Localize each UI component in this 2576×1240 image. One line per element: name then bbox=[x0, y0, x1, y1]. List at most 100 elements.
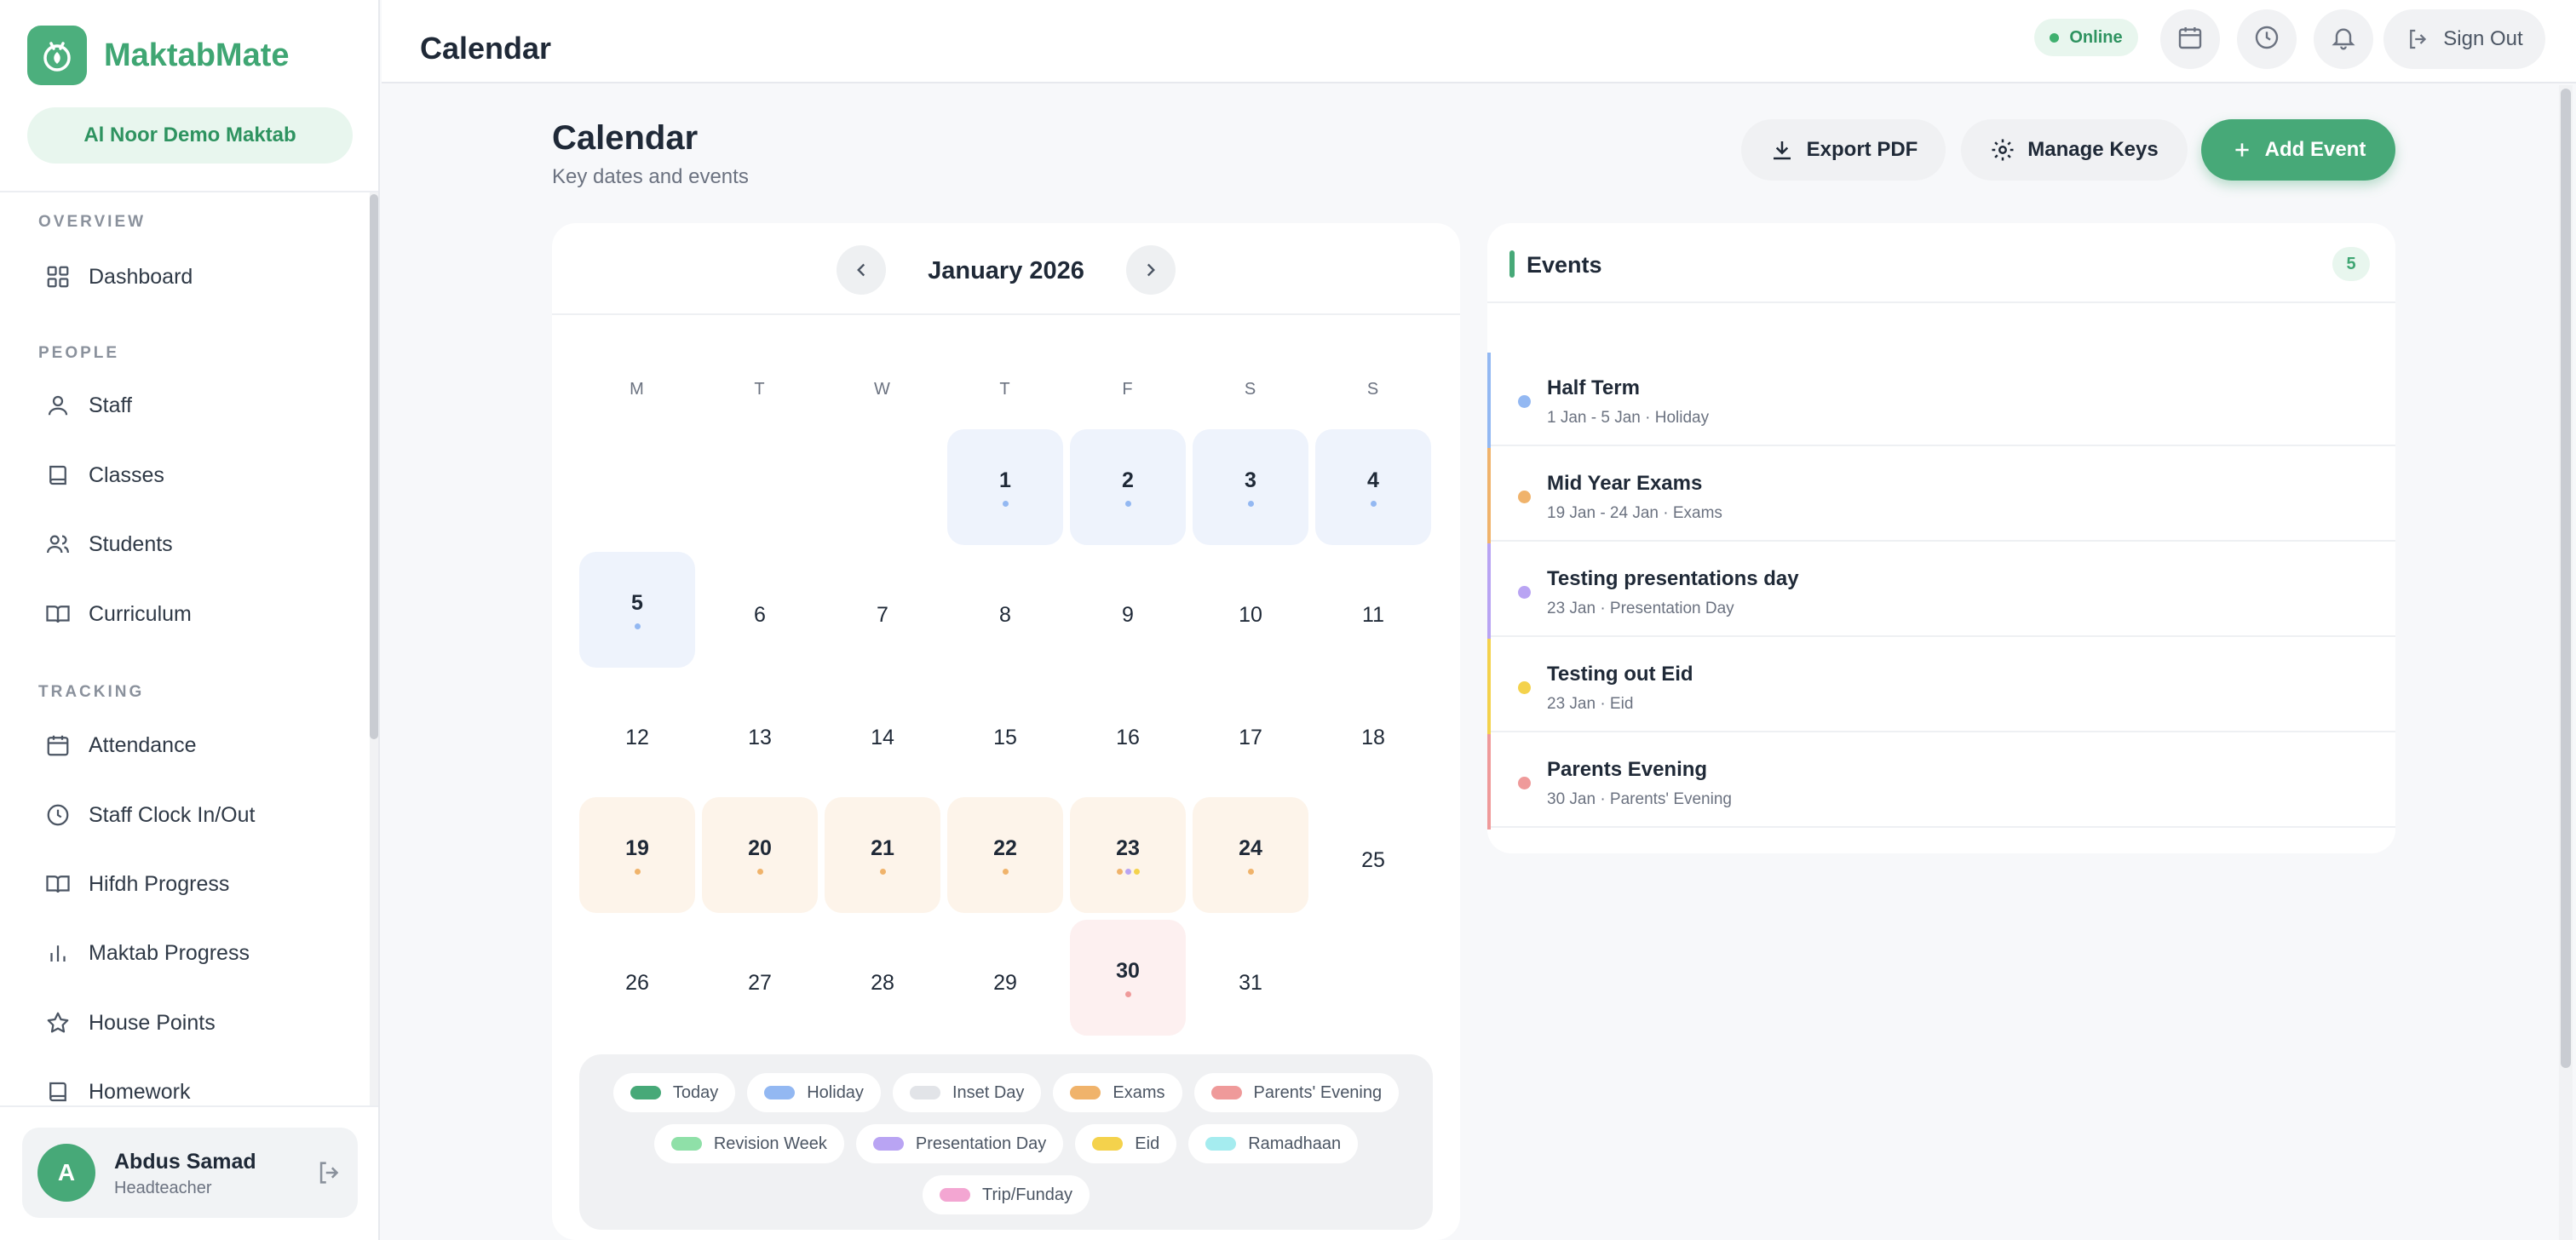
legend-label: Eid bbox=[1135, 1134, 1160, 1153]
add-event-label: Add Event bbox=[2264, 138, 2366, 161]
event-name: Testing presentations day bbox=[1547, 567, 1799, 590]
chevron-left-icon bbox=[857, 263, 865, 277]
next-month-button[interactable] bbox=[1126, 245, 1176, 295]
sidebar-item-students[interactable]: Students bbox=[26, 517, 349, 571]
day-cell[interactable]: 5 bbox=[579, 552, 695, 668]
previous-month-button[interactable] bbox=[837, 245, 886, 295]
event-dots bbox=[1070, 991, 1186, 997]
event-meta: 1 Jan - 5 Jan · Holiday bbox=[1547, 409, 1710, 427]
logo-icon bbox=[27, 26, 87, 85]
day-cell[interactable]: 18 bbox=[1315, 675, 1431, 790]
sign-out-button[interactable]: Sign Out bbox=[2383, 9, 2545, 69]
day-cell[interactable]: 16 bbox=[1070, 675, 1186, 790]
legend-item-holiday: Holiday bbox=[747, 1073, 881, 1112]
day-cell[interactable]: 3 bbox=[1193, 429, 1308, 545]
sidebar-item-attendance[interactable]: Attendance bbox=[26, 718, 349, 772]
day-cell[interactable]: 7 bbox=[825, 552, 940, 668]
calendar-button[interactable] bbox=[2160, 9, 2220, 69]
day-cell[interactable]: 15 bbox=[947, 675, 1063, 790]
day-number: 12 bbox=[625, 726, 649, 749]
day-cell[interactable]: 12 bbox=[579, 675, 695, 790]
day-cell[interactable]: 29 bbox=[947, 920, 1063, 1036]
sidebar-item-curriculum[interactable]: Curriculum bbox=[26, 587, 349, 641]
clock-button[interactable] bbox=[2237, 9, 2297, 69]
day-cell[interactable]: 4 bbox=[1315, 429, 1431, 545]
day-cell[interactable]: 6 bbox=[702, 552, 818, 668]
day-cell[interactable]: 9 bbox=[1070, 552, 1186, 668]
day-cell[interactable]: 31 bbox=[1193, 920, 1308, 1036]
day-cell[interactable]: 26 bbox=[579, 920, 695, 1036]
event-row[interactable]: Testing presentations day 23 Jan · Presen… bbox=[1487, 543, 2395, 639]
sidebar-item-maktab-progress[interactable]: Maktab Progress bbox=[26, 926, 349, 980]
day-cell[interactable]: 19 bbox=[579, 797, 695, 913]
day-number: 20 bbox=[748, 836, 772, 860]
weekday-label: F bbox=[1122, 380, 1134, 399]
day-cell[interactable]: 30 bbox=[1070, 920, 1186, 1036]
export-pdf-button[interactable]: Export PDF bbox=[1741, 119, 1946, 181]
page-scrollbar-thumb[interactable] bbox=[2561, 89, 2571, 1068]
event-dot-icon bbox=[1247, 869, 1254, 875]
sidebar-item-label: Dashboard bbox=[89, 264, 193, 289]
legend-label: Today bbox=[672, 1082, 719, 1102]
open-book-icon bbox=[43, 599, 73, 629]
legend-label: Parents' Evening bbox=[1253, 1082, 1383, 1102]
export-pdf-label: Export PDF bbox=[1806, 138, 1918, 161]
legend-label: Revision Week bbox=[713, 1134, 827, 1153]
notifications-button[interactable] bbox=[2314, 9, 2373, 69]
day-cell[interactable]: 13 bbox=[702, 675, 818, 790]
event-dot-icon bbox=[634, 869, 641, 875]
user-card[interactable]: A Abdus Samad Headteacher bbox=[22, 1128, 358, 1218]
sidebar-item-dashboard[interactable]: Dashboard bbox=[26, 250, 349, 304]
day-cell[interactable]: 11 bbox=[1315, 552, 1431, 668]
star-icon bbox=[43, 1008, 73, 1038]
day-cell[interactable]: 24 bbox=[1193, 797, 1308, 913]
day-cell[interactable]: 27 bbox=[702, 920, 818, 1036]
day-cell[interactable]: 28 bbox=[825, 920, 940, 1036]
brand[interactable]: MaktabMate bbox=[27, 26, 290, 85]
day-number: 30 bbox=[1116, 959, 1140, 983]
legend-swatch bbox=[670, 1137, 702, 1151]
day-cell[interactable]: 1 bbox=[947, 429, 1063, 545]
day-cell[interactable]: 22 bbox=[947, 797, 1063, 913]
event-dot-icon bbox=[1518, 586, 1531, 599]
nav-section-tracking: TRACKING bbox=[38, 683, 145, 701]
day-cell[interactable]: 17 bbox=[1193, 675, 1308, 790]
online-status-badge: Online bbox=[2034, 19, 2138, 56]
logout-icon[interactable] bbox=[315, 1158, 344, 1187]
day-cell[interactable]: 21 bbox=[825, 797, 940, 913]
event-row[interactable]: Testing out Eid 23 Jan · Eid bbox=[1487, 639, 2395, 734]
clock-icon bbox=[2253, 24, 2280, 55]
day-cell[interactable]: 23 bbox=[1070, 797, 1186, 913]
sidebar-item-staff-clock[interactable]: Staff Clock In/Out bbox=[26, 788, 349, 842]
day-number: 31 bbox=[1239, 971, 1262, 995]
download-icon bbox=[1773, 141, 1791, 160]
day-cell[interactable]: 2 bbox=[1070, 429, 1186, 545]
day-cell[interactable]: 14 bbox=[825, 675, 940, 790]
manage-keys-button[interactable]: Manage Keys bbox=[1961, 119, 2188, 181]
event-row[interactable]: Mid Year Exams 19 Jan - 24 Jan · Exams bbox=[1487, 448, 2395, 543]
sidebar-item-house-points[interactable]: House Points bbox=[26, 996, 349, 1050]
event-dot-icon bbox=[756, 869, 763, 875]
day-number: 8 bbox=[999, 603, 1011, 627]
day-number: 7 bbox=[877, 603, 888, 627]
day-cell[interactable]: 8 bbox=[947, 552, 1063, 668]
event-row[interactable]: Half Term 1 Jan - 5 Jan · Holiday bbox=[1487, 353, 2395, 448]
day-cell[interactable]: 25 bbox=[1315, 797, 1431, 913]
sidebar-item-classes[interactable]: Classes bbox=[26, 448, 349, 502]
sign-out-label: Sign Out bbox=[2443, 27, 2523, 50]
legend-label: Exams bbox=[1113, 1082, 1165, 1102]
event-row[interactable]: Parents Evening 30 Jan · Parents' Evening bbox=[1487, 734, 2395, 830]
sidebar-item-staff[interactable]: Staff bbox=[26, 378, 349, 433]
sidebar-item-homework[interactable]: Homework bbox=[26, 1065, 349, 1105]
page-subtitle: Key dates and events bbox=[552, 165, 749, 188]
sidebar-scrollbar-thumb[interactable] bbox=[370, 194, 378, 739]
organization-badge[interactable]: Al Noor Demo Maktab bbox=[27, 107, 353, 164]
sidebar-item-hifdh-progress[interactable]: Hifdh Progress bbox=[26, 857, 349, 911]
day-number: 4 bbox=[1367, 468, 1379, 492]
day-cell[interactable]: 10 bbox=[1193, 552, 1308, 668]
day-cell[interactable]: 20 bbox=[702, 797, 818, 913]
day-number: 10 bbox=[1239, 603, 1262, 627]
add-event-button[interactable]: Add Event bbox=[2201, 119, 2395, 181]
weekday-label: S bbox=[1244, 380, 1257, 399]
event-accent-bar bbox=[1487, 448, 1491, 543]
